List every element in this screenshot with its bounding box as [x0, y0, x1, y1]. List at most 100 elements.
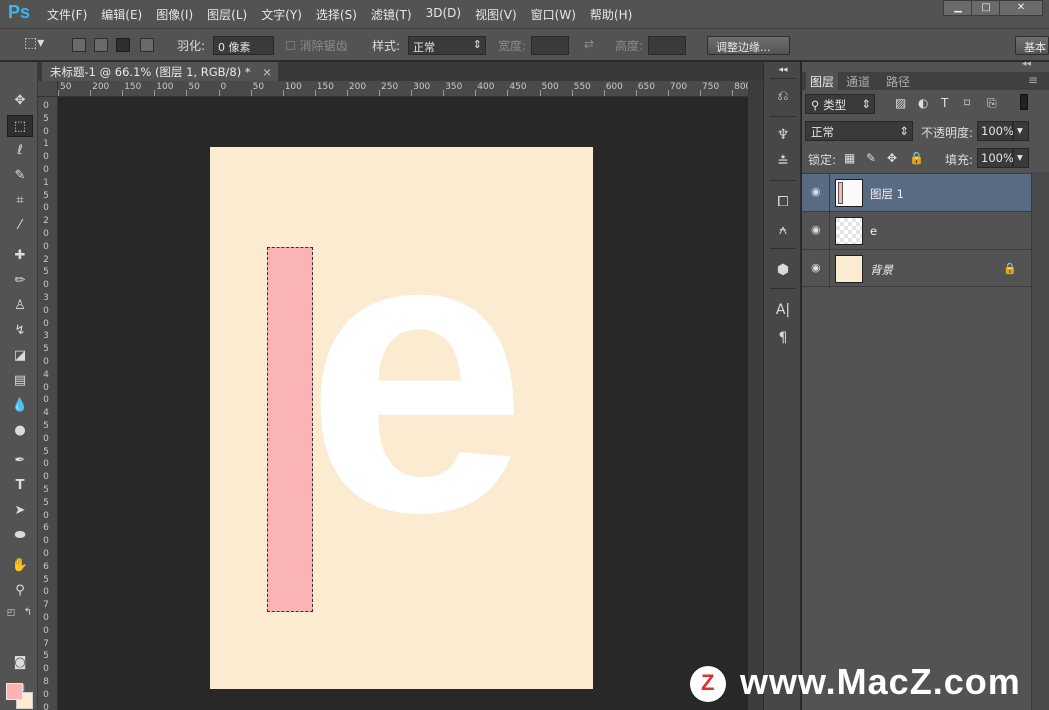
document-canvas[interactable]: e [210, 147, 593, 689]
close-button[interactable]: ✕ [999, 0, 1043, 16]
menu-image[interactable]: 图像(I) [156, 6, 193, 23]
visibility-eye-icon[interactable]: ◉ [811, 262, 823, 274]
layer-name[interactable]: 背景 [870, 262, 893, 278]
add-to-selection-icon[interactable] [94, 38, 108, 52]
lasso-tool-icon[interactable]: ℓ [7, 140, 33, 162]
tab-channels[interactable]: 通道 [842, 72, 874, 90]
filter-type-icon[interactable]: T [941, 96, 948, 110]
opacity-input[interactable]: 100% [977, 121, 1014, 141]
healing-brush-icon[interactable]: ✚ [7, 245, 33, 267]
subtract-from-selection-icon[interactable] [116, 38, 130, 52]
width-input[interactable] [531, 36, 569, 55]
filter-smart-object-icon[interactable]: ⎘ [987, 96, 997, 111]
paragraph-panel-icon[interactable]: ¶ [773, 328, 793, 348]
fill-dropdown-icon[interactable]: ▾ [1013, 148, 1029, 168]
new-selection-icon[interactable] [72, 38, 86, 52]
menu-file[interactable]: 文件(F) [47, 6, 87, 23]
move-tool-icon[interactable]: ✥ [7, 90, 33, 112]
antialias-checkbox[interactable]: ☐ 消除锯齿 [285, 37, 348, 54]
blur-tool-icon[interactable]: 💧 [7, 395, 33, 417]
fill-input[interactable]: 100% [977, 148, 1014, 168]
menu-help[interactable]: 帮助(H) [590, 6, 632, 23]
tab-paths[interactable]: 路径 [882, 72, 914, 90]
menu-select[interactable]: 选择(S) [316, 6, 357, 23]
filter-toggle[interactable] [1020, 94, 1028, 110]
quick-mask-icon[interactable]: ◙ [7, 652, 33, 674]
lock-all-icon[interactable]: 🔒 [909, 151, 924, 165]
document-tab[interactable]: 未标题-1 @ 66.1% (图层 1, RGB/8) * × [42, 62, 278, 81]
workspace-button[interactable]: 基本 [1015, 36, 1049, 55]
3d-panel-icon[interactable]: ⬢ [773, 260, 793, 280]
ellipse-tool-icon[interactable]: ⬬ [7, 525, 33, 547]
panel-menu-icon[interactable]: ≡ [1024, 72, 1042, 90]
lock-position-icon[interactable]: ✥ [887, 151, 897, 165]
menu-layer[interactable]: 图层(L) [207, 6, 247, 23]
tool-presets-icon[interactable]: ⍲ [773, 220, 793, 240]
filter-adjustment-icon[interactable]: ◐ [918, 96, 928, 110]
hand-tool-icon[interactable]: ✋ [7, 555, 33, 577]
intersect-selection-icon[interactable] [140, 38, 154, 52]
quick-selection-icon[interactable]: ✎ [7, 165, 33, 187]
close-document-icon[interactable]: × [262, 65, 272, 79]
history-brush-icon[interactable]: ↯ [7, 320, 33, 342]
layer-name[interactable]: 图层 1 [870, 186, 904, 202]
swap-colors-icon[interactable]: ↰ [21, 602, 35, 624]
history-panel-icon[interactable]: ⎌ [773, 86, 793, 106]
feather-input[interactable]: 0 像素 [213, 36, 274, 55]
brush-tool-icon[interactable]: ✏ [7, 270, 33, 292]
minimize-button[interactable]: ▁ [943, 0, 973, 16]
menu-window[interactable]: 窗口(W) [531, 6, 576, 23]
visibility-eye-icon[interactable]: ◉ [811, 224, 823, 236]
menu-type[interactable]: 文字(Y) [261, 6, 302, 23]
canvas-workspace[interactable]: e [58, 97, 748, 710]
menu-filter[interactable]: 滤镜(T) [371, 6, 412, 23]
tab-layers[interactable]: 图层 [806, 72, 839, 90]
rectangular-marquee-icon[interactable]: ⬚ [7, 115, 33, 137]
lock-image-icon[interactable]: ✎ [866, 151, 876, 165]
menu-edit[interactable]: 编辑(E) [101, 6, 142, 23]
brush-panel-icon[interactable]: ♆ [773, 125, 793, 145]
layer-name[interactable]: e [870, 224, 877, 238]
selection-marquee[interactable] [267, 247, 313, 612]
canvas-vertical-scrollbar[interactable] [748, 81, 763, 710]
menu-3d[interactable]: 3D(D) [426, 6, 461, 23]
horizontal-ruler[interactable]: 50 200 150 100 50 0 50 100 150 200 250 300 350 400 450… [58, 81, 748, 97]
zoom-tool-icon[interactable]: ⚲ [7, 580, 33, 602]
filter-pixel-icon[interactable]: ▨ [895, 96, 906, 110]
filter-shape-icon[interactable]: ⌑ [964, 96, 970, 110]
maximize-button[interactable]: □ [971, 0, 1001, 16]
pen-tool-icon[interactable]: ✒ [7, 450, 33, 472]
opacity-dropdown-icon[interactable]: ▾ [1013, 121, 1029, 141]
vertical-ruler[interactable]: 0 5 0 1 0 0 1 5 0 2 0 0 2 5 0 3 0 0 3 5 0 4 0 0 4 5 0 5 0 0 5 5 0 6 0 0 6 5 0 7… [38, 97, 58, 710]
layer-row-background[interactable]: ◉ 背景 🔒 [802, 249, 1031, 288]
height-input[interactable] [648, 36, 686, 55]
type-tool-icon[interactable]: T [7, 475, 33, 497]
clone-source-icon[interactable]: ⧠ [773, 192, 793, 212]
layer-filter-select[interactable]: ⚲ 类型 ⇕ [805, 94, 875, 114]
blend-mode-select[interactable]: 正常 ⇕ [805, 121, 913, 141]
refine-edge-button[interactable]: 调整边缘... [707, 36, 790, 55]
layer-row-e[interactable]: ◉ e [802, 211, 1031, 250]
style-select[interactable]: 正常 ⇕ [408, 36, 486, 55]
menu-view[interactable]: 视图(V) [475, 6, 517, 23]
dodge-tool-icon[interactable]: ● [7, 420, 33, 442]
eyedropper-icon[interactable]: ⁄ [7, 215, 33, 237]
foreground-color-swatch[interactable] [6, 683, 23, 700]
layers-scrollbar[interactable] [1031, 172, 1049, 710]
lock-transparent-icon[interactable]: ▦ [844, 151, 855, 165]
brush-presets-icon[interactable]: ≛ [773, 152, 793, 172]
character-panel-icon[interactable]: A| [773, 300, 793, 320]
path-selection-icon[interactable]: ➤ [7, 500, 33, 522]
marquee-tool-preset-icon[interactable]: ⬚▾ [24, 35, 44, 51]
collapse-dock-icon[interactable]: ◂◂ [773, 60, 793, 80]
default-colors-icon[interactable]: ◰ [4, 602, 18, 624]
clone-stamp-icon[interactable]: ♙ [7, 295, 33, 317]
collapse-panel-icon[interactable]: ◂◂ [1022, 59, 1031, 69]
crop-tool-icon[interactable]: ⌗ [7, 190, 33, 212]
visibility-eye-icon[interactable]: ◉ [811, 186, 823, 198]
ruler-origin[interactable] [38, 81, 58, 97]
gradient-tool-icon[interactable]: ▤ [7, 370, 33, 392]
layer-row-layer1[interactable]: ◉ 图层 1 [802, 173, 1031, 212]
swap-width-height-icon[interactable]: ⇄ [584, 37, 594, 51]
eraser-icon[interactable]: ◪ [7, 345, 33, 367]
